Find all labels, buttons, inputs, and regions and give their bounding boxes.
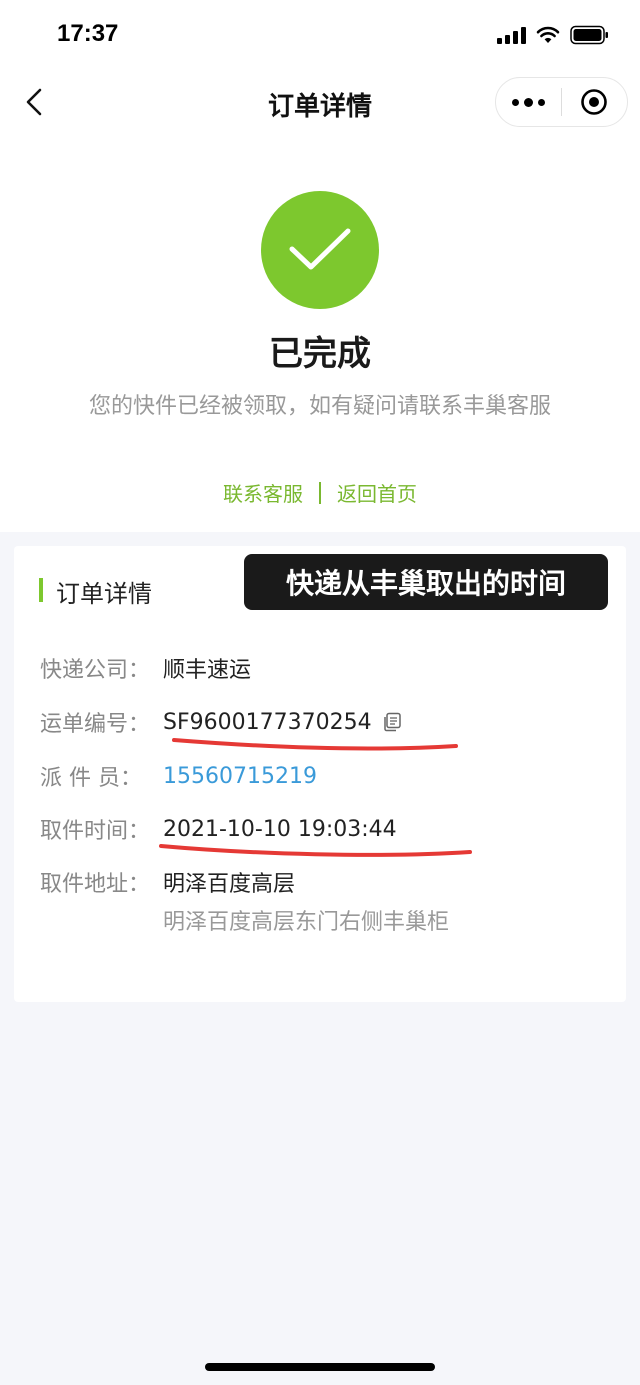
pickup-time-underline-mark [159,844,472,857]
tracking-underline-mark [172,738,458,751]
home-indicator [205,1363,435,1371]
annotation-marks [159,738,472,857]
